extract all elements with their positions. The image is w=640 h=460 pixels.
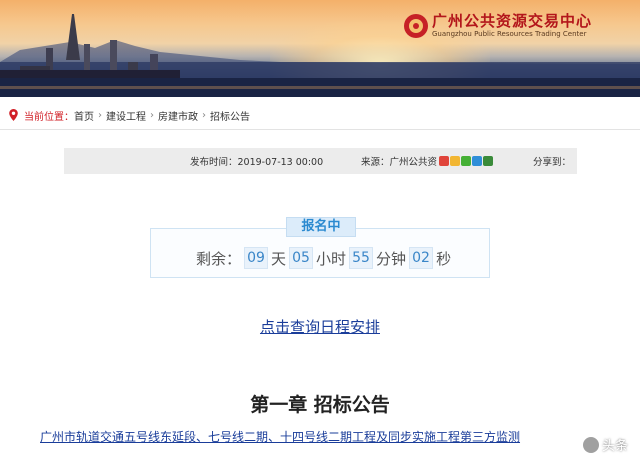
breadcrumb-home[interactable]: 首页 bbox=[74, 108, 94, 123]
breadcrumb-separator: › bbox=[150, 109, 154, 121]
countdown-seconds: 02 bbox=[409, 247, 434, 269]
breadcrumb-label: 当前位置： bbox=[24, 111, 74, 123]
registration-status-badge: 报名中 bbox=[286, 217, 356, 237]
logo-subtitle: Guangzhou Public Resources Trading Cente… bbox=[431, 30, 587, 38]
logo-emblem-icon bbox=[403, 14, 428, 38]
schedule-query-link[interactable]: 点击查询日程安排 bbox=[0, 316, 640, 337]
watermark-text: 头条 bbox=[601, 439, 628, 454]
location-pin-icon bbox=[9, 109, 18, 121]
countdown-days-unit: 天 bbox=[271, 249, 287, 268]
announcement-link[interactable]: 广州市轨道交通五号线东延段、七号线二期、十四号线二期工程及同步实施工程第三方监测 bbox=[40, 428, 620, 445]
share-weibo-icon[interactable] bbox=[439, 156, 450, 166]
source-label: 来源：广州公共资 bbox=[361, 157, 438, 168]
countdown-minutes: 55 bbox=[349, 247, 374, 269]
breadcrumb-announcement[interactable]: 招标公告 bbox=[210, 108, 250, 123]
breadcrumb-separator: › bbox=[98, 109, 102, 121]
share-icons bbox=[439, 156, 494, 166]
header-banner: 广州公共资源交易中心 Guangzhou Public Resources Tr… bbox=[0, 0, 640, 97]
countdown-days: 09 bbox=[244, 247, 269, 269]
countdown-seconds-unit: 秒 bbox=[436, 249, 452, 268]
breadcrumb-construction[interactable]: 建设工程 bbox=[106, 108, 146, 123]
share-qzone-icon[interactable] bbox=[450, 156, 461, 166]
publish-date: 发布时间：2019-07-13 00:00 bbox=[190, 157, 324, 168]
share-wechat-icon[interactable] bbox=[461, 156, 472, 166]
watermark-logo-icon bbox=[582, 436, 599, 453]
countdown-timer: 剩余： 09 天 05 小时 55 分钟 02 秒 bbox=[196, 247, 451, 269]
countdown-minutes-unit: 分钟 bbox=[376, 249, 407, 268]
source-info: 来源：广州公共资 bbox=[361, 154, 494, 168]
countdown-prefix: 剩余： bbox=[196, 249, 242, 268]
divider bbox=[0, 129, 640, 130]
breadcrumb-separator: › bbox=[202, 109, 206, 121]
countdown-hours-unit: 小时 bbox=[316, 249, 347, 268]
watermark: 头条 bbox=[582, 435, 628, 454]
logo[interactable]: 广州公共资源交易中心 Guangzhou Public Resources Tr… bbox=[403, 12, 592, 39]
countdown-hours: 05 bbox=[289, 247, 314, 269]
logo-title: 广州公共资源交易中心 bbox=[431, 12, 592, 30]
chapter-title: 第一章 招标公告 bbox=[250, 394, 390, 416]
breadcrumb-municipal[interactable]: 房建市政 bbox=[158, 108, 198, 123]
share-douban-icon[interactable] bbox=[483, 156, 494, 166]
publish-info-bar: 发布时间：2019-07-13 00:00 来源：广州公共资 分享到： bbox=[64, 148, 577, 174]
share-renren-icon[interactable] bbox=[472, 156, 483, 166]
breadcrumb: 当前位置： 首页 › 建设工程 › 房建市政 › 招标公告 bbox=[0, 104, 640, 126]
share-label: 分享到： bbox=[533, 157, 572, 168]
